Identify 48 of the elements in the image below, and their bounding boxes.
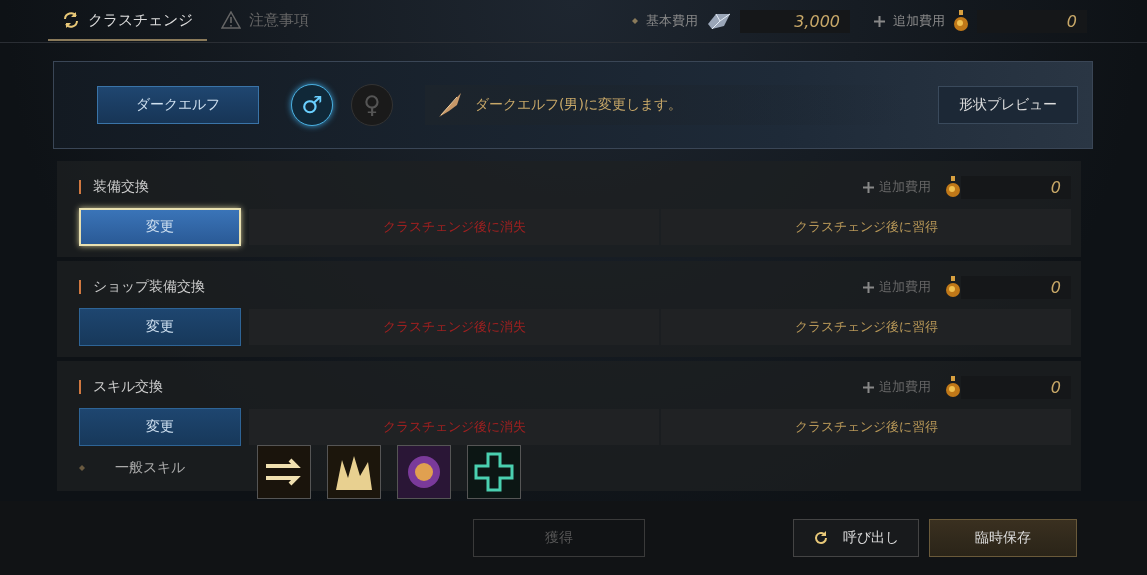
plus-icon [874,15,885,27]
refresh-icon [62,11,80,29]
section-title: スキル交換 [93,378,163,396]
cost-value: 0 [961,175,1071,199]
potion-icon [945,375,961,399]
cost-label: 追加費用 [879,178,931,196]
change-button[interactable]: 変更 [79,308,241,346]
learned-header: クラスチェンジ後に習得 [661,409,1071,445]
change-button[interactable]: 変更 [79,408,241,446]
cost-value: 0 [977,9,1087,33]
warning-icon [221,11,241,29]
cost-value: 3,000 [740,9,850,33]
potion-icon [945,175,961,199]
skill-icon[interactable] [257,445,311,499]
cost-value: 0 [961,275,1071,299]
learned-header: クラスチェンジ後に習得 [661,309,1071,345]
cost-value: 0 [961,375,1071,399]
skill-icon[interactable] [467,445,521,499]
crystal-icon [706,12,732,30]
footer-button[interactable]: 臨時保存 [929,519,1077,557]
skill-icon[interactable] [397,445,451,499]
change-button[interactable]: 変更 [79,208,241,246]
plus-icon [863,381,874,393]
section-title: 装備交換 [93,178,149,196]
lost-header: クラスチェンジ後に消失 [249,209,659,245]
cost-label: 追加費用 [893,12,945,30]
diamond-icon [79,465,85,471]
learned-header: クラスチェンジ後に習得 [661,209,1071,245]
refresh-icon [813,530,829,546]
section-title: ショップ装備交換 [93,278,205,296]
race-button[interactable]: ダークエルフ [97,86,259,124]
footer-button[interactable]: 呼び出し [793,519,919,557]
diamond-icon [632,18,638,24]
gender-button[interactable]: ♂ [291,84,333,126]
race-message: ダークエルフ(男)に変更します。 [475,96,682,114]
cost-label: 追加費用 [879,278,931,296]
plus-icon [863,181,874,193]
potion-icon [953,9,969,33]
preview-button[interactable]: 形状プレビュー [938,86,1078,124]
skill-icon[interactable] [327,445,381,499]
tab[interactable]: クラスチェンジ [48,1,207,41]
skill-group-label: 一般スキル [115,459,185,477]
plus-icon [863,281,874,293]
lost-header: クラスチェンジ後に消失 [249,409,659,445]
cost-label: 基本費用 [646,12,698,30]
lost-header: クラスチェンジ後に消失 [249,309,659,345]
potion-icon [945,275,961,299]
cost-label: 追加費用 [879,378,931,396]
